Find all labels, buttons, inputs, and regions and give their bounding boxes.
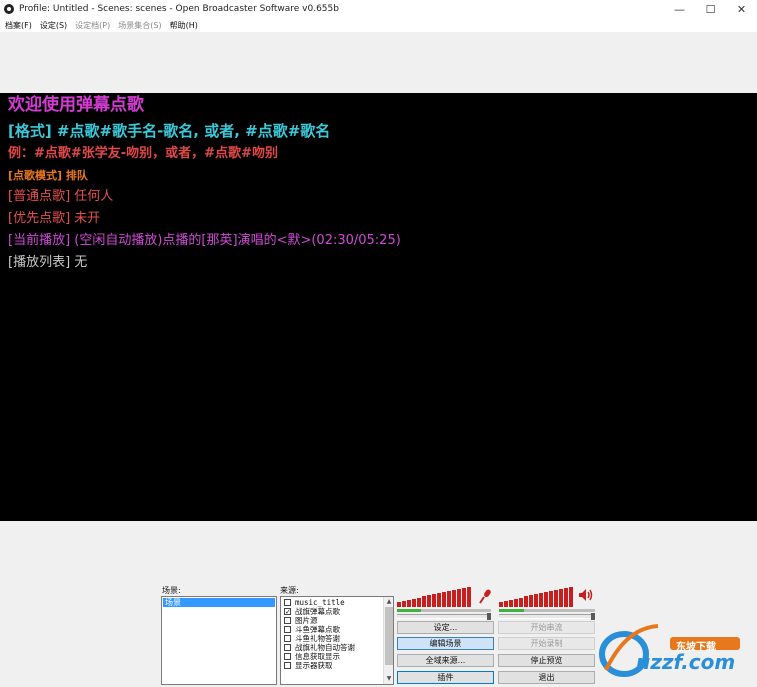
- menu-bar: 档案(F) 设定(S) 设定档(P) 场景集合(S) 帮助(H): [0, 18, 757, 32]
- meter-bar: [427, 595, 431, 607]
- obs-window: Profile: Untitled - Scenes: scenes - Ope…: [0, 0, 757, 687]
- global-sources-button[interactable]: 全域来源...: [397, 654, 494, 667]
- meter-bar: [524, 596, 528, 607]
- maximize-button[interactable]: ☐: [695, 0, 726, 18]
- desktop-meter-fill: [499, 609, 524, 612]
- source-checkbox[interactable]: [284, 617, 291, 624]
- window-title: Profile: Untitled - Scenes: scenes - Ope…: [19, 4, 339, 14]
- mic-volume-thumb[interactable]: [487, 613, 491, 620]
- site-watermark: 东坡下载 uzzf.com: [596, 618, 756, 680]
- stream-preview[interactable]: 欢迎使用弹幕点歌 [格式] #点歌#歌手名-歌名, 或者, #点歌#歌名 例：#…: [0, 93, 757, 521]
- meter-bar: [452, 590, 456, 607]
- meter-bar: [529, 595, 533, 607]
- window-controls: — ☐ ✕: [664, 0, 757, 18]
- mic-meter-fill: [397, 609, 421, 612]
- preview-format-text: [格式] #点歌#歌手名-歌名, 或者, #点歌#歌名: [8, 122, 331, 140]
- scroll-down-icon[interactable]: ▼: [384, 674, 393, 684]
- meter-bar: [442, 592, 446, 607]
- source-checkbox[interactable]: [284, 626, 291, 633]
- meter-bar: [417, 598, 421, 607]
- settings-button[interactable]: 设定...: [397, 621, 494, 634]
- meter-bar: [569, 587, 573, 607]
- speaker-icon[interactable]: [578, 588, 594, 602]
- meter-bar: [457, 589, 461, 607]
- scenes-label: 场景:: [162, 586, 181, 595]
- microphone-icon[interactable]: [478, 588, 492, 604]
- start-record-button[interactable]: 开始录制: [498, 637, 595, 650]
- meter-bar: [549, 591, 553, 607]
- meter-bar: [462, 588, 466, 607]
- preview-welcome-text: 欢迎使用弹幕点歌: [8, 95, 144, 115]
- menu-profiles[interactable]: 设定档(P): [75, 20, 110, 31]
- plugins-button[interactable]: 插件: [397, 671, 494, 684]
- meter-bar: [554, 590, 558, 607]
- meter-bar: [559, 589, 563, 607]
- meter-bar: [509, 600, 513, 607]
- source-checkbox[interactable]: [284, 662, 291, 669]
- scroll-up-icon[interactable]: ▲: [384, 597, 393, 607]
- desktop-level-meter: [499, 587, 574, 607]
- sources-label: 来源:: [280, 586, 299, 595]
- meter-bar: [539, 593, 543, 607]
- start-stream-button[interactable]: 开始串流: [498, 621, 595, 634]
- meter-bar: [534, 594, 538, 607]
- source-label: 显示器获取: [295, 661, 333, 670]
- scene-item[interactable]: 场景: [163, 598, 275, 607]
- meter-bar: [499, 602, 503, 607]
- menu-scene-collection[interactable]: 场景集合(S): [118, 20, 161, 31]
- meter-bar: [437, 593, 441, 607]
- meter-bar: [504, 601, 508, 607]
- exit-button[interactable]: 退出: [498, 671, 595, 684]
- meter-bar: [514, 599, 518, 607]
- mic-level-meter: [397, 587, 472, 607]
- edit-scene-button[interactable]: 编辑场景: [397, 637, 494, 650]
- preview-playlist-text: [播放列表] 无: [8, 255, 88, 270]
- meter-bar: [544, 592, 548, 607]
- meter-bar: [467, 587, 471, 607]
- meter-bar: [564, 588, 568, 607]
- source-checkbox[interactable]: [284, 635, 291, 642]
- preview-now-playing-text: [当前播放] (空闲自动播放)点播的[那英]演唱的<默>(02:30/05:25…: [8, 233, 401, 248]
- scenes-list[interactable]: 场景: [161, 596, 277, 685]
- meter-bar: [397, 602, 401, 607]
- preview-mode-text: [点歌模式] 排队: [8, 169, 88, 182]
- source-checkbox[interactable]: ✓: [284, 608, 291, 616]
- meter-bar: [412, 599, 416, 607]
- close-button[interactable]: ✕: [726, 0, 757, 18]
- meter-bar: [447, 591, 451, 607]
- preview-priority-request-text: [优先点歌] 未开: [8, 211, 101, 226]
- obs-logo-icon: [4, 4, 14, 14]
- source-checkbox[interactable]: [284, 599, 291, 606]
- desktop-volume-slider[interactable]: [499, 613, 595, 620]
- meter-bar: [519, 598, 523, 607]
- desktop-volume-thumb[interactable]: [591, 613, 595, 620]
- sources-list[interactable]: music_title ✓ 战旗弹幕点歌 图片源 斗鱼弹幕点歌 斗鱼礼物答谢 战…: [280, 596, 394, 685]
- sources-scrollbar[interactable]: ▲ ▼: [383, 597, 393, 684]
- title-bar: Profile: Untitled - Scenes: scenes - Ope…: [0, 0, 757, 18]
- watermark-brand: uzzf.com: [636, 650, 736, 674]
- stop-preview-button[interactable]: 停止预览: [498, 654, 595, 667]
- preview-normal-request-text: [普通点歌] 任何人: [8, 189, 114, 204]
- menu-file[interactable]: 档案(F): [5, 20, 32, 31]
- minimize-button[interactable]: —: [664, 0, 695, 18]
- source-checkbox[interactable]: [284, 653, 291, 660]
- meter-bar: [422, 596, 426, 607]
- source-item[interactable]: 显示器获取: [281, 661, 393, 670]
- source-checkbox[interactable]: [284, 644, 291, 651]
- menu-help[interactable]: 帮助(H): [170, 20, 198, 31]
- meter-bar: [402, 601, 406, 607]
- scroll-thumb[interactable]: [385, 607, 393, 665]
- preview-example-text: 例：#点歌#张学友-吻别，或者，#点歌#吻别: [8, 146, 278, 161]
- mic-volume-slider[interactable]: [397, 613, 491, 620]
- menu-settings[interactable]: 设定(S): [40, 20, 67, 31]
- meter-bar: [407, 600, 411, 607]
- meter-bar: [432, 594, 436, 607]
